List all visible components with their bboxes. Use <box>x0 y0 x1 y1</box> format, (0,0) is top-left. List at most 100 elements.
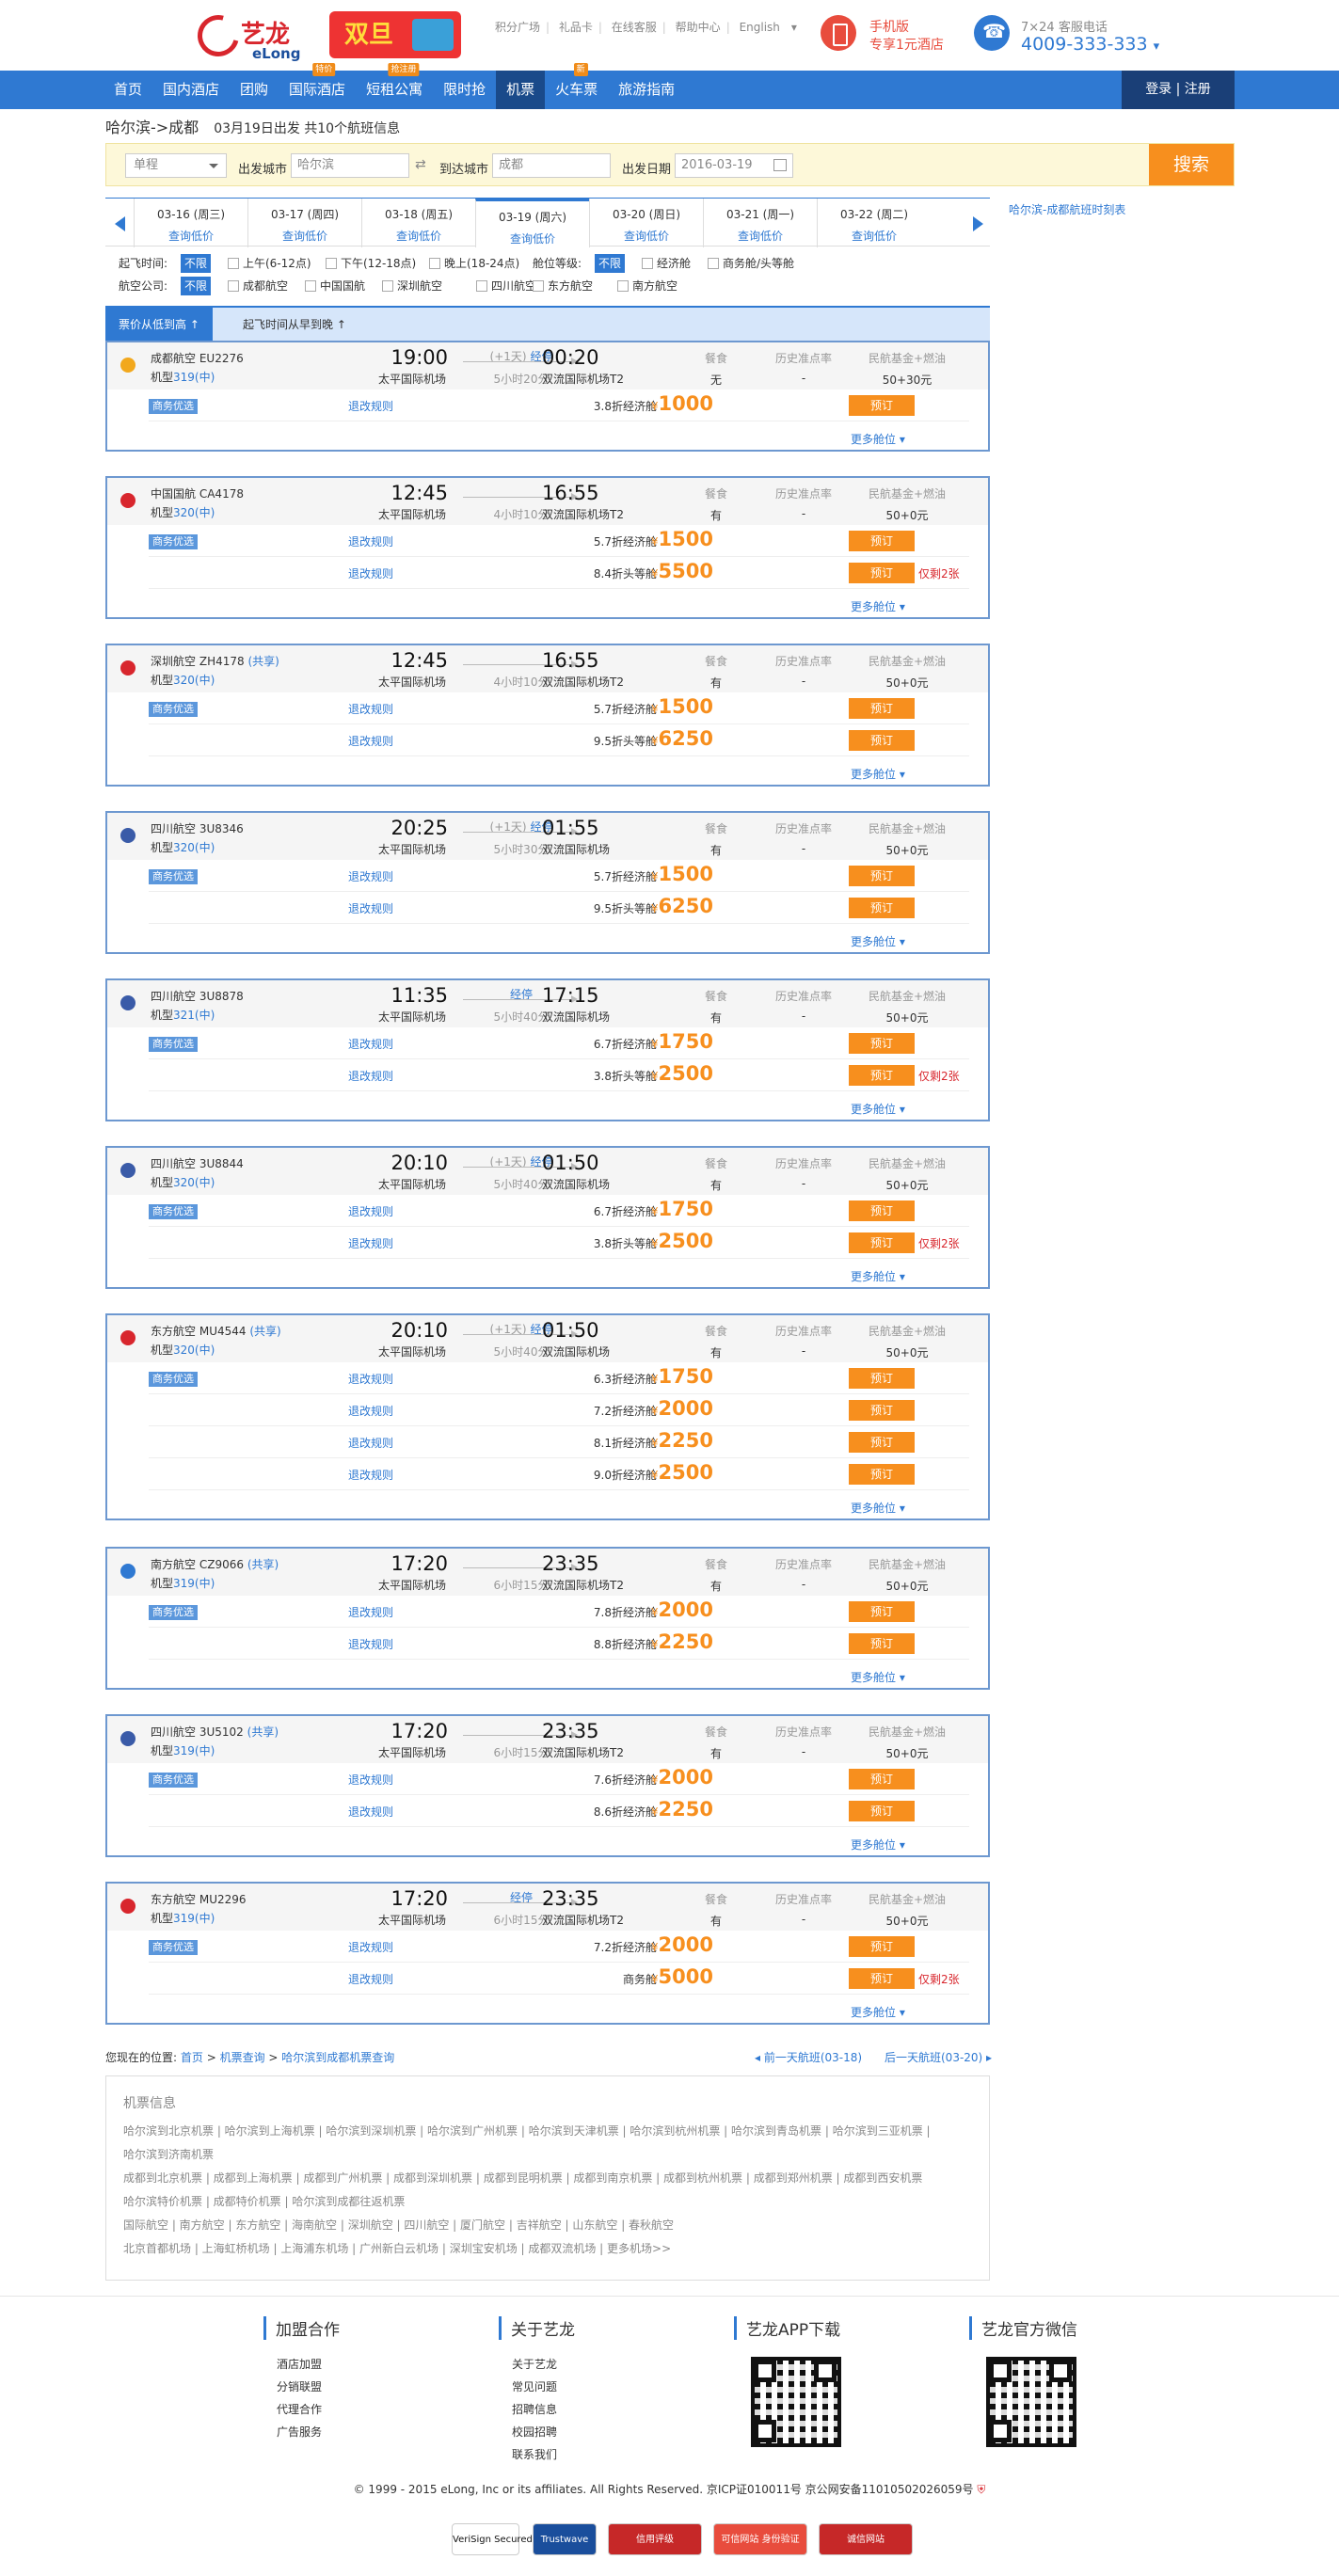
filter-option-airline_opts-3[interactable]: 深圳航空 <box>382 277 442 295</box>
seo-line[interactable]: 哈尔滨特价机票 | 成都特价机票 | 哈尔滨到成都往返机票 <box>123 2190 972 2214</box>
refund-rule-link[interactable]: 退改规则 <box>348 1772 393 1788</box>
refund-rule-link[interactable]: 退改规则 <box>348 1467 393 1483</box>
checkbox-icon[interactable] <box>708 258 719 269</box>
footer-link[interactable]: 校园招聘 <box>512 2421 575 2443</box>
nav-item-7[interactable]: 火车票 新 <box>545 63 608 109</box>
nav-item-0[interactable]: 首页 <box>104 71 152 109</box>
refund-rule-link[interactable]: 退改规则 <box>348 1403 393 1419</box>
date-tab-1[interactable]: 03-17 (周四) 查询低价 <box>247 199 361 247</box>
plane-type[interactable]: 机型320(中) <box>151 504 215 520</box>
login-register-button[interactable]: 登录 | 注册 <box>1122 71 1235 109</box>
footer-link[interactable]: 联系我们 <box>512 2443 575 2466</box>
more-cabins-link[interactable]: 更多舱位 ▾ <box>851 1500 905 1516</box>
checkbox-icon[interactable] <box>617 280 629 292</box>
prev-day-link[interactable]: ◂ 前一天航班(03-18) <box>755 2049 862 2065</box>
plane-type[interactable]: 机型320(中) <box>151 1342 215 1358</box>
codeshare-badge[interactable]: (共享) <box>249 1325 280 1338</box>
refund-rule-link[interactable]: 退改规则 <box>348 1939 393 1955</box>
seo-line[interactable]: 国际航空 | 南方航空 | 东方航空 | 海南航空 | 深圳航空 | 四川航空 … <box>123 2214 972 2237</box>
swap-icon[interactable]: ⇄ <box>415 157 426 172</box>
trip-type-select[interactable]: 单程 <box>125 153 227 178</box>
footer-link[interactable]: 代理合作 <box>277 2398 340 2421</box>
plane-type[interactable]: 机型321(中) <box>151 1007 215 1023</box>
book-button[interactable]: 预订 <box>849 898 915 918</box>
checkbox-icon[interactable] <box>533 280 544 292</box>
filter-option-airline_opts-1[interactable]: 成都航空 <box>228 277 288 295</box>
trust-badge-3[interactable]: 可信网站 身份验证 <box>713 2523 807 2555</box>
filter-option-time_opts-0[interactable]: 不限 <box>181 254 212 273</box>
book-button[interactable]: 预订 <box>849 866 915 886</box>
plane-type[interactable]: 机型319(中) <box>151 369 215 385</box>
filter-option-cabin_opts-0[interactable]: 不限 <box>595 254 626 273</box>
sort-by-time[interactable]: 起飞时间从早到晚 ↑ <box>230 308 359 342</box>
nav-item-6[interactable]: 机票 <box>496 71 546 109</box>
refund-rule-link[interactable]: 退改规则 <box>348 565 393 581</box>
book-button[interactable]: 预订 <box>849 1368 915 1389</box>
more-cabins-link[interactable]: 更多舱位 ▾ <box>851 766 905 782</box>
book-button[interactable]: 预订 <box>849 1936 915 1957</box>
trust-badge-1[interactable]: Trustwave <box>533 2523 597 2555</box>
book-button[interactable]: 预订 <box>849 1464 915 1485</box>
trust-badge-4[interactable]: 诚信网站 <box>819 2523 913 2555</box>
book-button[interactable]: 预订 <box>849 1065 915 1086</box>
refund-rule-link[interactable]: 退改规则 <box>348 1036 393 1052</box>
plane-type[interactable]: 机型319(中) <box>151 1742 215 1758</box>
book-button[interactable]: 预订 <box>849 698 915 719</box>
date-input[interactable]: 2016-03-19 <box>675 153 793 178</box>
breadcrumb-current[interactable]: 哈尔滨到成都机票查询 <box>281 2051 394 2064</box>
seo-line[interactable]: 成都到北京机票 | 成都到上海机票 | 成都到广州机票 | 成都到深圳机票 | … <box>123 2167 972 2190</box>
checkbox-icon[interactable] <box>382 280 393 292</box>
plane-type[interactable]: 机型319(中) <box>151 1910 215 1926</box>
chevron-down-icon[interactable]: ▾ <box>1154 40 1160 54</box>
date-tab-4[interactable]: 03-20 (周日) 查询低价 <box>589 199 703 247</box>
plane-type[interactable]: 机型320(中) <box>151 1174 215 1190</box>
filter-option-cabin_opts-1[interactable]: 经济舱 <box>642 254 691 273</box>
schedule-link[interactable]: 哈尔滨-成都航班时刻表 <box>1009 201 1125 217</box>
refund-rule-link[interactable]: 退改规则 <box>348 1371 393 1387</box>
book-button[interactable]: 预订 <box>849 1968 915 1989</box>
nav-item-8[interactable]: 旅游指南 <box>608 71 685 109</box>
codeshare-badge[interactable]: (共享) <box>247 655 279 668</box>
more-cabins-link[interactable]: 更多舱位 ▾ <box>851 2004 905 2020</box>
refund-rule-link[interactable]: 退改规则 <box>348 1068 393 1084</box>
more-cabins-link[interactable]: 更多舱位 ▾ <box>851 1837 905 1852</box>
nav-item-4[interactable]: 短租公寓 抢注册 <box>356 63 433 109</box>
more-cabins-link[interactable]: 更多舱位 ▾ <box>851 598 905 614</box>
refund-rule-link[interactable]: 退改规则 <box>348 733 393 749</box>
book-button[interactable]: 预订 <box>849 395 915 416</box>
nav-item-3[interactable]: 国际酒店 特价 <box>279 63 356 109</box>
trust-badge-2[interactable]: 信用评级 <box>608 2523 702 2555</box>
refund-rule-link[interactable]: 退改规则 <box>348 1604 393 1620</box>
footer-link[interactable]: 广告服务 <box>277 2421 340 2443</box>
search-button[interactable]: 搜索 <box>1149 144 1234 185</box>
refund-rule-link[interactable]: 退改规则 <box>348 1203 393 1219</box>
footer-link[interactable]: 关于艺龙 <box>512 2353 575 2376</box>
filter-option-airline_opts-6[interactable]: 南方航空 <box>617 277 677 295</box>
book-button[interactable]: 预订 <box>849 1633 915 1654</box>
footer-link[interactable]: 分销联盟 <box>277 2376 340 2398</box>
trust-badge-0[interactable]: VeriSign Secured <box>452 2523 533 2555</box>
book-button[interactable]: 预订 <box>849 1033 915 1054</box>
sort-by-price[interactable]: 票价从低到高 ↑ <box>105 308 213 342</box>
book-button[interactable]: 预订 <box>849 1601 915 1622</box>
plane-type[interactable]: 机型320(中) <box>151 839 215 855</box>
date-tab-0[interactable]: 03-16 (周三) 查询低价 <box>134 199 247 247</box>
footer-link[interactable]: 常见问题 <box>512 2376 575 2398</box>
checkbox-icon[interactable] <box>305 280 316 292</box>
checkbox-icon[interactable] <box>429 258 440 269</box>
checkbox-icon[interactable] <box>228 258 239 269</box>
date-tab-6[interactable]: 03-22 (周二) 查询低价 <box>817 199 931 247</box>
book-button[interactable]: 预订 <box>849 563 915 583</box>
more-cabins-link[interactable]: 更多舱位 ▾ <box>851 1101 905 1117</box>
book-button[interactable]: 预订 <box>849 1400 915 1421</box>
link-points[interactable]: 积分广场 <box>495 21 540 34</box>
elong-logo[interactable]: 艺龙 eLong <box>189 7 320 65</box>
refund-rule-link[interactable]: 退改规则 <box>348 1804 393 1820</box>
nav-item-2[interactable]: 团购 <box>230 71 279 109</box>
link-english[interactable]: English <box>740 21 780 34</box>
breadcrumb-query[interactable]: 机票查询 <box>220 2051 265 2064</box>
nav-item-5[interactable]: 限时抢 <box>433 71 496 109</box>
date-tab-2[interactable]: 03-18 (周五) 查询低价 <box>361 199 475 247</box>
book-button[interactable]: 预订 <box>849 1432 915 1453</box>
book-button[interactable]: 预订 <box>849 1201 915 1221</box>
